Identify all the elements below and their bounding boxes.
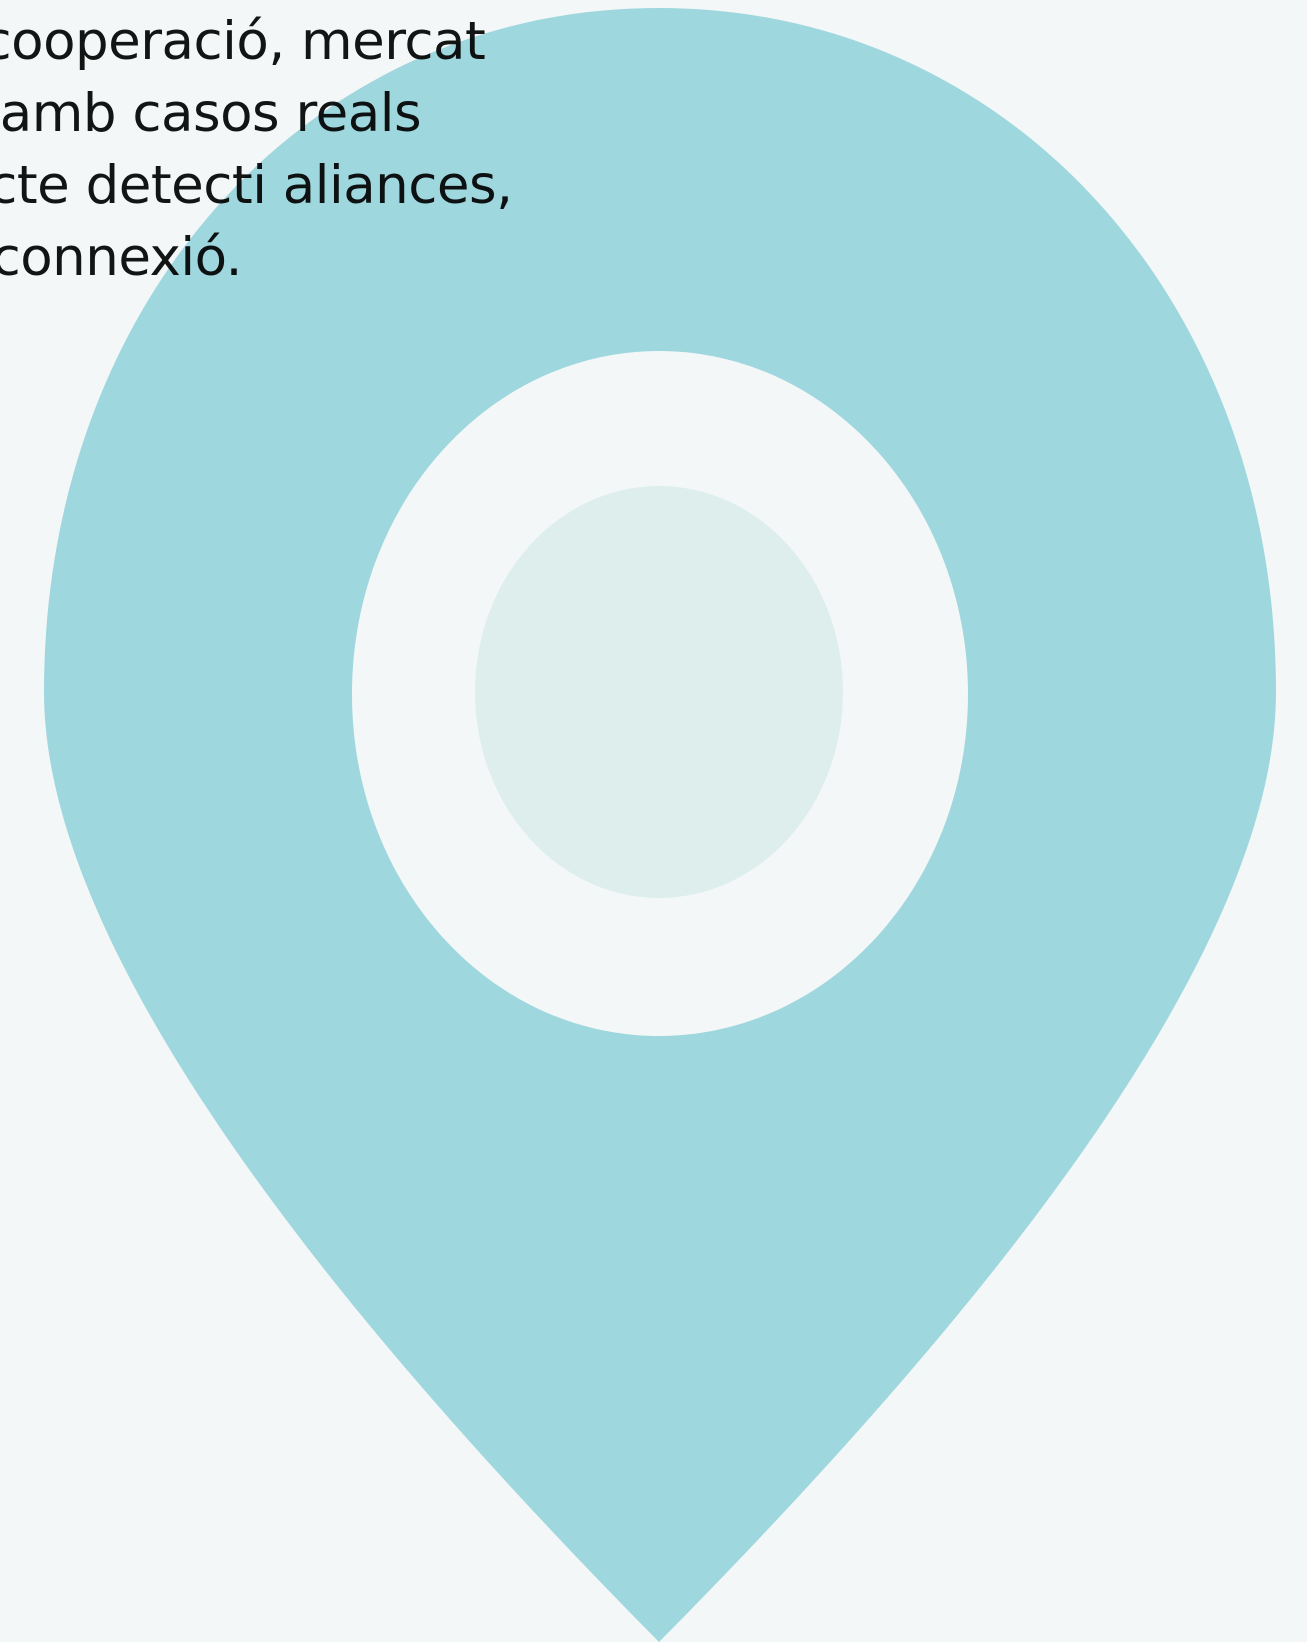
page: tercooperació, mercat ra) amb casos real… <box>0 0 1307 1642</box>
paragraph-line: de connexió. <box>0 227 242 288</box>
pin-core <box>475 486 843 898</box>
paragraph-line: tercooperació, mercat <box>0 11 486 72</box>
paragraph-line: ra) amb casos reals <box>0 83 422 144</box>
paragraph-line: ojecte detecti aliances, <box>0 155 513 216</box>
body-paragraph: tercooperació, mercat ra) amb casos real… <box>0 6 610 294</box>
